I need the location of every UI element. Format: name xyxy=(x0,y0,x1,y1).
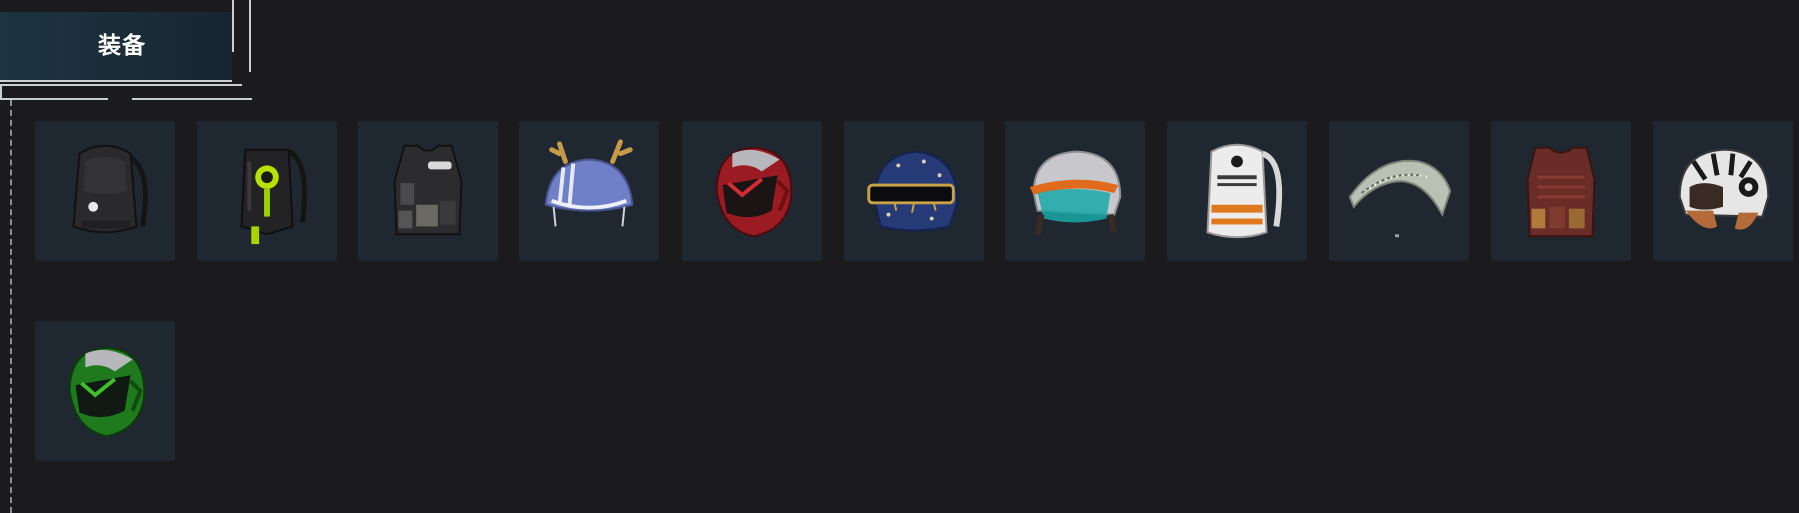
frame-line-horizontal-3 xyxy=(0,98,108,100)
black-vest-icon xyxy=(393,144,463,236)
item-slot-4[interactable] xyxy=(519,121,659,261)
red-motorcycle-helmet-icon xyxy=(715,146,793,238)
antler-helmet-icon xyxy=(544,139,634,227)
item-slot-1[interactable] xyxy=(35,121,175,261)
item-slot-9[interactable] xyxy=(1329,121,1469,261)
equipment-tab[interactable]: 装备 xyxy=(0,12,232,82)
white-orange-visor-helmet-icon xyxy=(1029,150,1122,235)
item-slot-10[interactable] xyxy=(1491,121,1631,261)
item-slot-8[interactable] xyxy=(1167,121,1307,261)
brown-plate-vest-icon xyxy=(1526,146,1596,238)
item-slot-5[interactable] xyxy=(682,121,822,261)
tactical-backpack-icon xyxy=(240,148,307,245)
frame-dashed-left xyxy=(10,100,12,513)
black-backpack-icon xyxy=(72,144,148,234)
patterned-open-face-helmet-icon xyxy=(1678,148,1770,230)
item-slot-11[interactable] xyxy=(1653,121,1793,261)
frame-line-horizontal-2 xyxy=(132,98,252,100)
item-slot-12[interactable] xyxy=(35,321,175,461)
snow-sports-backpack-icon xyxy=(1206,143,1283,239)
glider-parachute-icon xyxy=(1348,159,1452,238)
tab-title: 装备 xyxy=(98,33,146,59)
equipment-page: 装备 xyxy=(0,0,1799,513)
blue-starry-helmet-icon xyxy=(867,150,959,232)
frame-line-top-right xyxy=(232,0,234,52)
item-slot-7[interactable] xyxy=(1005,121,1145,261)
green-motorcycle-helmet-icon xyxy=(68,346,146,438)
frame-line-right-short xyxy=(249,0,251,72)
frame-line-horizontal xyxy=(0,84,242,86)
item-slot-2[interactable] xyxy=(197,121,337,261)
item-slot-3[interactable] xyxy=(358,121,498,261)
item-slot-6[interactable] xyxy=(844,121,984,261)
frame-line-left-stub xyxy=(0,86,2,100)
